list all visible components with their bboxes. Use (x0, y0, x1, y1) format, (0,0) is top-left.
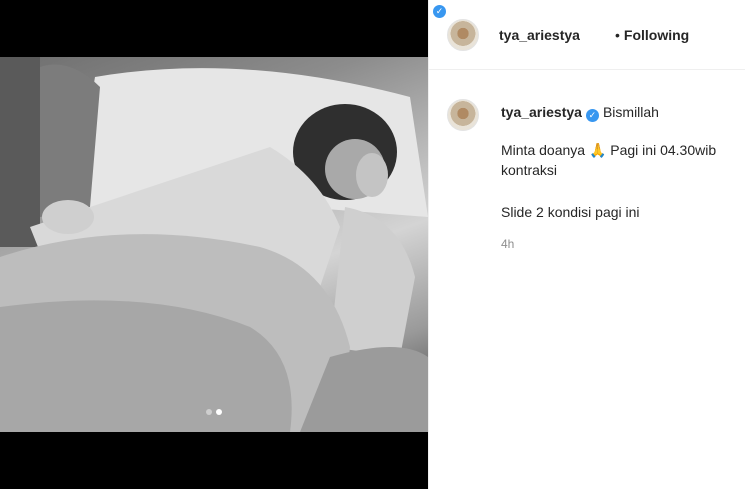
caption-username[interactable]: tya_ariestya (501, 104, 582, 120)
separator-dot: • (615, 27, 620, 43)
caption-line-2: Slide 2 kondisi pagi ini (501, 204, 640, 220)
follow-status: • Following (615, 27, 689, 43)
verified-badge-icon: ✓ (433, 5, 446, 18)
caption-line-1: Minta doanya 🙏 Pagi ini 04.30wib kontrak… (501, 142, 717, 178)
post-timestamp[interactable]: 4h (501, 237, 514, 251)
caption-head: tya_ariestya ✓ Bismillah (501, 104, 659, 122)
avatar[interactable] (447, 19, 479, 51)
carousel-dot-2[interactable] (216, 409, 222, 415)
caption-avatar[interactable] (447, 99, 479, 131)
carousel-indicator (0, 409, 428, 415)
caption-text: Minta doanya 🙏 Pagi ini 04.30wib kontrak… (501, 140, 745, 222)
caption-title: Bismillah (602, 104, 659, 120)
verified-badge-icon: ✓ (585, 109, 599, 122)
header-username[interactable]: tya_ariestya (499, 27, 580, 43)
following-button[interactable]: Following (624, 27, 689, 43)
post-side-panel: tya_ariestya ✓ • Following tya_ariestya ✓ B… (428, 0, 745, 489)
post-header: tya_ariestya ✓ • Following (429, 0, 745, 70)
post-media[interactable] (0, 0, 428, 489)
photo-illustration (0, 57, 428, 432)
post-photo[interactable] (0, 57, 428, 432)
carousel-dot-1[interactable] (206, 409, 212, 415)
